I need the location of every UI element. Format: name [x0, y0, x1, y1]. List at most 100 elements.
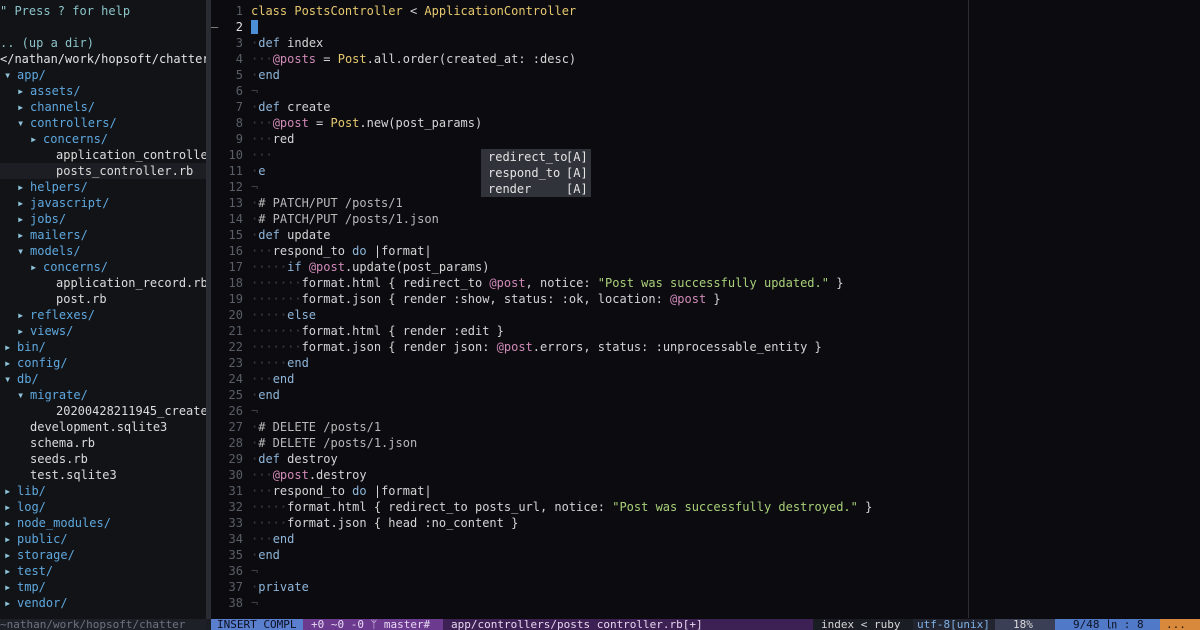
tree-file[interactable]: seeds.rb [0, 451, 206, 467]
tree-directory[interactable]: ▾ db/ [0, 371, 206, 387]
code-line[interactable]: 24 ···end [211, 371, 1200, 387]
up-a-dir-link[interactable]: .. (up a dir) [0, 35, 94, 51]
tree-directory[interactable]: ▸ mailers/ [0, 227, 206, 243]
tree-directory[interactable]: ▸ vendor/ [0, 595, 206, 611]
tree-directory[interactable]: ▸ lib/ [0, 483, 206, 499]
collapsed-arrow-icon[interactable]: ▸ [17, 83, 24, 99]
tree-directory[interactable]: ▸ node_modules/ [0, 515, 206, 531]
code-line[interactable]: 33 ·····format.json { head :no_content } [211, 515, 1200, 531]
collapsed-arrow-icon[interactable]: ▸ [4, 499, 11, 515]
collapsed-arrow-icon[interactable]: ▸ [4, 515, 11, 531]
collapsed-arrow-icon[interactable]: ▸ [4, 563, 11, 579]
tree-directory[interactable]: ▸ bin/ [0, 339, 206, 355]
code-line[interactable]: 14 ·# PATCH/PUT /posts/1.json [211, 211, 1200, 227]
code-line[interactable]: 34 ···end [211, 531, 1200, 547]
tree-directory[interactable]: ▸ concerns/ [0, 259, 206, 275]
code-line[interactable]: 31 ···respond_to do |format| [211, 483, 1200, 499]
tree-directory[interactable]: ▸ jobs/ [0, 211, 206, 227]
tree-directory[interactable]: ▸ log/ [0, 499, 206, 515]
tree-file[interactable]: application_record.rb [0, 275, 206, 291]
collapsed-arrow-icon[interactable]: ▸ [17, 99, 24, 115]
tree-directory[interactable]: ▸ storage/ [0, 547, 206, 563]
tree-directory[interactable]: ▸ tmp/ [0, 579, 206, 595]
code-line[interactable]: 3 ·def index [211, 35, 1200, 51]
collapsed-arrow-icon[interactable]: ▸ [30, 131, 37, 147]
code-line[interactable]: 15 ·def update [211, 227, 1200, 243]
code-line[interactable]: 19 ·······format.json { render :show, sta… [211, 291, 1200, 307]
code-line[interactable]: 26 ¬ [211, 403, 1200, 419]
code-line[interactable]: 5 ·end [211, 67, 1200, 83]
completion-item[interactable]: redirect_to [A] [481, 149, 591, 165]
code-line[interactable]: 12 ¬ [211, 179, 1200, 195]
code-line[interactable]: 28 ·# DELETE /posts/1.json [211, 435, 1200, 451]
tree-file[interactable]: application_controller.rb [0, 147, 206, 163]
code-line[interactable]: 22 ·······format.json { render json: @pos… [211, 339, 1200, 355]
tree-file[interactable]: posts_controller.rb [0, 163, 206, 179]
code-line[interactable]: 23 ·····end [211, 355, 1200, 371]
code-line[interactable]: 7 ·def create [211, 99, 1200, 115]
collapsed-arrow-icon[interactable]: ▸ [17, 211, 24, 227]
tree-directory[interactable]: ▸ helpers/ [0, 179, 206, 195]
collapsed-arrow-icon[interactable]: ▸ [17, 323, 24, 339]
tree-directory[interactable]: ▾ controllers/ [0, 115, 206, 131]
code-editor[interactable]: 1 class PostsController < ApplicationCont… [211, 0, 1200, 618]
expanded-arrow-icon[interactable]: ▾ [4, 371, 11, 387]
code-line[interactable]: 16 ···respond_to do |format| [211, 243, 1200, 259]
tree-file[interactable]: 20200428211945_create_pos [0, 403, 206, 419]
collapsed-arrow-icon[interactable]: ▸ [17, 227, 24, 243]
code-line[interactable]: 38 ¬ [211, 595, 1200, 611]
code-line[interactable]: 8 ···@post = Post.new(post_params) [211, 115, 1200, 131]
code-line[interactable]: 4 ···@posts = Post.all.order(created_at: … [211, 51, 1200, 67]
code-line[interactable]: 36 ¬ [211, 563, 1200, 579]
code-line[interactable]: 2— [211, 19, 1200, 35]
completion-item[interactable]: respond_to [A] [481, 165, 591, 181]
collapsed-arrow-icon[interactable]: ▸ [17, 179, 24, 195]
code-line[interactable]: 17 ·····if @post.update(post_params) [211, 259, 1200, 275]
collapsed-arrow-icon[interactable]: ▸ [4, 579, 11, 595]
tree-directory[interactable]: ▸ public/ [0, 531, 206, 547]
tree-file[interactable]: test.sqlite3 [0, 467, 206, 483]
expanded-arrow-icon[interactable]: ▾ [17, 115, 24, 131]
collapsed-arrow-icon[interactable]: ▸ [4, 355, 11, 371]
tree-directory[interactable]: ▸ assets/ [0, 83, 206, 99]
tree-directory[interactable]: ▸ test/ [0, 563, 206, 579]
collapsed-arrow-icon[interactable]: ▸ [4, 339, 11, 355]
tree-directory[interactable]: ▸ channels/ [0, 99, 206, 115]
code-line[interactable]: 1 class PostsController < ApplicationCont… [211, 3, 1200, 19]
collapsed-arrow-icon[interactable]: ▸ [4, 483, 11, 499]
collapsed-arrow-icon[interactable]: ▸ [17, 307, 24, 323]
tree-directory[interactable]: ▸ reflexes/ [0, 307, 206, 323]
code-line[interactable]: 20 ·····else [211, 307, 1200, 323]
tree-directory[interactable]: ▾ migrate/ [0, 387, 206, 403]
tree-directory[interactable]: ▸ javascript/ [0, 195, 206, 211]
code-line[interactable]: 32 ·····format.html { redirect_to posts_u… [211, 499, 1200, 515]
tree-directory[interactable]: ▾ models/ [0, 243, 206, 259]
code-line[interactable]: 6 ¬ [211, 83, 1200, 99]
code-line[interactable]: 10 ··· [211, 147, 1200, 163]
code-line[interactable]: 21 ·······format.html { render :edit } [211, 323, 1200, 339]
completion-item[interactable]: render [A] [481, 181, 591, 197]
tree-file[interactable]: post.rb [0, 291, 206, 307]
collapsed-arrow-icon[interactable]: ▸ [4, 595, 11, 611]
collapsed-arrow-icon[interactable]: ▸ [30, 259, 37, 275]
collapsed-arrow-icon[interactable]: ▸ [4, 531, 11, 547]
tree-directory[interactable]: ▸ concerns/ [0, 131, 206, 147]
code-line[interactable]: 27 ·# DELETE /posts/1 [211, 419, 1200, 435]
tree-directory[interactable]: ▾ app/ [0, 67, 206, 83]
code-line[interactable]: 9 ···red [211, 131, 1200, 147]
collapsed-arrow-icon[interactable]: ▸ [4, 547, 11, 563]
tree-file[interactable]: development.sqlite3 [0, 419, 206, 435]
code-line[interactable]: 25 ·end [211, 387, 1200, 403]
code-line[interactable]: 18 ·······format.html { redirect_to @post… [211, 275, 1200, 291]
code-line[interactable]: 37 ·private [211, 579, 1200, 595]
code-line[interactable]: 11 ·e [211, 163, 1200, 179]
code-line[interactable]: 13 ·# PATCH/PUT /posts/1 [211, 195, 1200, 211]
code-line[interactable]: 29 ·def destroy [211, 451, 1200, 467]
tree-file[interactable]: schema.rb [0, 435, 206, 451]
expanded-arrow-icon[interactable]: ▾ [17, 243, 24, 259]
code-line[interactable]: 35 ·end [211, 547, 1200, 563]
tree-directory[interactable]: ▸ config/ [0, 355, 206, 371]
code-line[interactable]: 30 ···@post.destroy [211, 467, 1200, 483]
expanded-arrow-icon[interactable]: ▾ [17, 387, 24, 403]
tree-directory[interactable]: ▸ views/ [0, 323, 206, 339]
